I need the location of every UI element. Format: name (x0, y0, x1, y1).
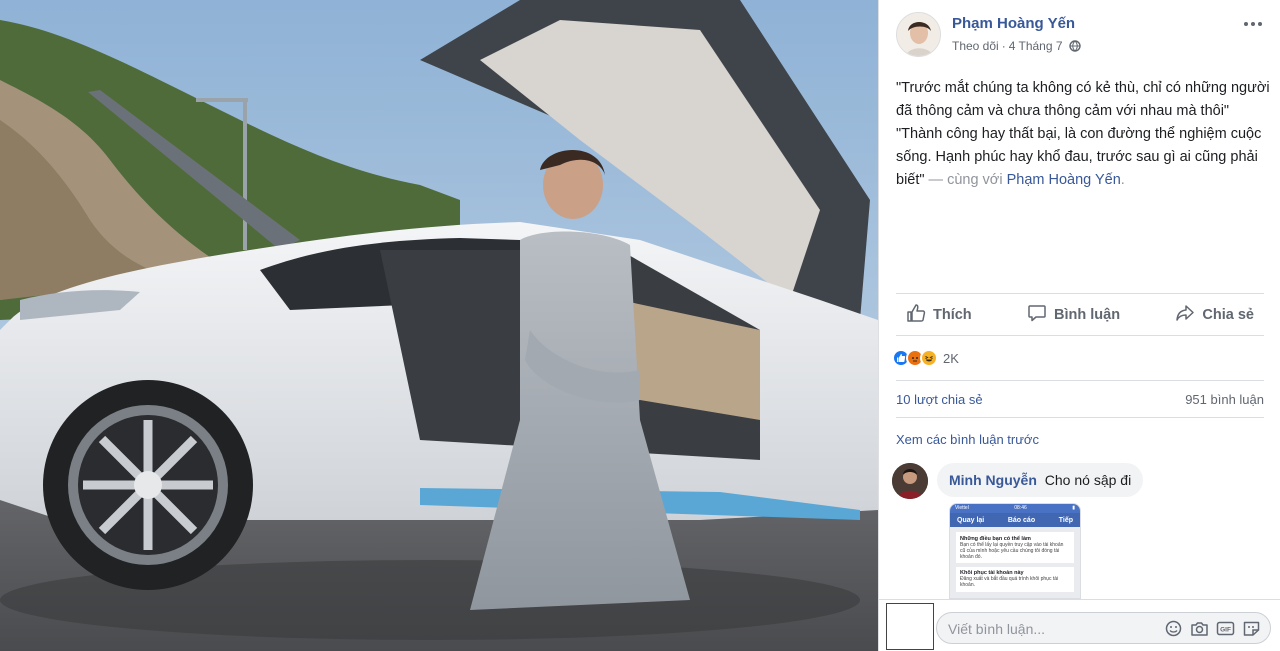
post-stats: 10 lượt chia sẻ 951 bình luận (896, 380, 1264, 418)
post-text-line-1: "Trước mắt chúng ta không có kẻ thù, chỉ… (896, 80, 1270, 119)
gif-icon[interactable]: GIF (1216, 620, 1235, 637)
share-icon (1175, 303, 1195, 327)
reactions-summary[interactable]: 2K (892, 347, 959, 369)
commenter-avatar[interactable] (892, 463, 928, 499)
post-header: Phạm Hoàng Yến Theo dõi · 4 Tháng 7 (879, 0, 1280, 70)
comment-input[interactable]: Viết bình luận... GIF (936, 612, 1271, 644)
attachment-battery-icon: ▮ (1072, 505, 1075, 511)
attachment-body-2: Đăng xuất và bắt đầu quá trình khôi phục… (960, 576, 1059, 588)
globe-icon[interactable] (1068, 40, 1081, 52)
comment-icon (1027, 303, 1047, 327)
attachment-nav-bar: Quay lại Báo cáo Tiếp (950, 513, 1080, 527)
share-label: Chia sẻ (1202, 306, 1254, 323)
attachment-status-bar: Viettel 08:46 ▮ (950, 504, 1080, 513)
viewer-avatar (886, 603, 934, 650)
comment-attachment-image[interactable]: Viettel 08:46 ▮ Quay lại Báo cáo Tiếp Nh… (949, 503, 1081, 599)
post-actions: Thích Bình luận Chia sẻ (896, 293, 1264, 336)
follow-link[interactable]: Theo dõi (952, 39, 999, 53)
more-options-icon[interactable] (1243, 16, 1263, 32)
post-date[interactable]: 4 Tháng 7 (1009, 39, 1063, 53)
post-photo[interactable] (0, 0, 878, 651)
emoji-icon[interactable] (1164, 620, 1183, 637)
like-button[interactable]: Thích (896, 294, 982, 335)
share-button[interactable]: Chia sẻ (1165, 294, 1264, 335)
share-count[interactable]: 10 lượt chia sẻ (896, 392, 983, 407)
tagged-person[interactable]: Phạm Hoàng Yến (1007, 172, 1121, 188)
meta-separator: · (1001, 39, 1006, 53)
comment-label: Bình luận (1054, 306, 1121, 323)
sticker-icon[interactable] (1242, 620, 1261, 637)
attachment-next: Tiếp (1058, 516, 1073, 524)
post-text-line-2: "Thành công hay thất bại, là con đường t… (896, 123, 1271, 192)
attachment-body: Những điều bạn có thể làm Bạn có thể lấy… (956, 532, 1074, 592)
post-meta: Theo dõi · 4 Tháng 7 (952, 39, 1081, 53)
comment-bubble: Minh Nguyễn Cho nó sập đi (937, 463, 1144, 497)
tagged-end: . (1120, 172, 1125, 188)
svg-text:GIF: GIF (1220, 627, 1231, 634)
view-previous-comments[interactable]: Xem các bình luận trước (896, 432, 1039, 447)
thumb-up-icon (906, 303, 926, 327)
composer-icons: GIF (1164, 620, 1261, 637)
attachment-title: Báo cáo (1007, 516, 1036, 524)
attachment-divider (956, 563, 1074, 567)
author-avatar[interactable] (896, 12, 941, 57)
comment-count[interactable]: 951 bình luận (1185, 392, 1264, 407)
attachment-time: 08:46 (1014, 505, 1027, 511)
comment-text: Cho nó sập đi (1044, 472, 1132, 488)
reaction-count[interactable]: 2K (943, 351, 959, 366)
attachment-body-1: Bạn có thể lấy lại quyền truy cập vào tà… (960, 542, 1064, 560)
post-side-panel: Phạm Hoàng Yến Theo dõi · 4 Tháng 7 "Trư… (878, 0, 1280, 651)
attachment-back: Quay lại (957, 516, 985, 524)
post-text: "Trước mắt chúng ta không có kẻ thù, chỉ… (896, 77, 1271, 192)
comment-button[interactable]: Bình luận (1017, 294, 1130, 335)
comment-placeholder: Viết bình luận... (948, 621, 1046, 637)
attachment-carrier: Viettel (955, 505, 969, 511)
camera-icon[interactable] (1190, 620, 1209, 637)
photo-illustration (0, 0, 878, 651)
author-name[interactable]: Phạm Hoàng Yến (952, 15, 1075, 32)
haha-reaction-icon (920, 349, 938, 367)
commenter-name[interactable]: Minh Nguyễn (949, 472, 1037, 488)
comment-composer: Viết bình luận... GIF (879, 599, 1280, 651)
like-label: Thích (933, 306, 972, 323)
with-label: — cùng với (924, 172, 1007, 188)
